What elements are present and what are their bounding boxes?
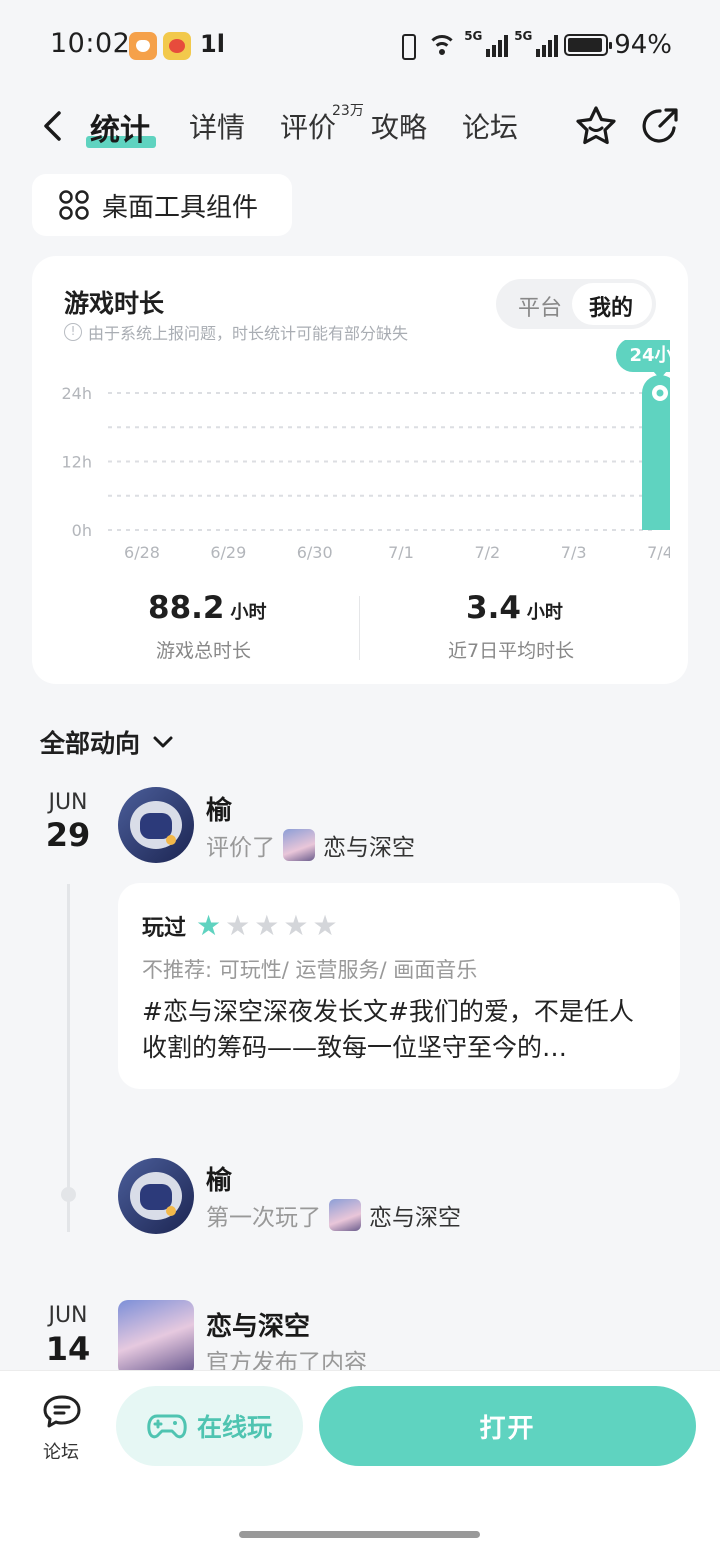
chart-ytick-label: 24h <box>62 384 93 403</box>
avg-playtime-value: 3.4 <box>466 590 521 626</box>
feed-game-name[interactable]: 恋与深空 <box>369 1198 461 1232</box>
total-playtime-value: 88.2 <box>148 590 225 626</box>
stats-divider <box>359 596 360 660</box>
avg-playtime-unit: 小时 <box>526 602 563 623</box>
chevron-down-icon <box>153 736 173 748</box>
forum-chat-icon[interactable] <box>42 1394 82 1430</box>
review-text[interactable]: #恋与深空深夜发长文#我们的爱，不是任人收割的筹码——致每一位坚守至今的… <box>142 994 657 1066</box>
signal-5g-icon-1: 5G <box>464 29 509 57</box>
info-icon: ! <box>64 323 82 341</box>
home-indicator[interactable] <box>239 1531 480 1538</box>
forum-label[interactable]: 论坛 <box>43 1438 79 1464</box>
tab-forum[interactable]: 论坛 <box>462 106 518 146</box>
date-day: 29 <box>45 816 91 854</box>
chart-xtick-label: 7/1 <box>388 543 414 562</box>
tab-details[interactable]: 详情 <box>189 106 245 146</box>
feed-filter-dropdown[interactable]: 全部动向 <box>40 724 176 760</box>
feed-username[interactable]: 榆 <box>206 790 232 827</box>
reviews-count-badge: 23万 <box>332 103 364 119</box>
gamepad-icon <box>147 1414 187 1439</box>
play-online-button[interactable]: 在线玩 <box>116 1386 303 1466</box>
chart-xtick-label: 7/3 <box>561 543 587 562</box>
star-filled-icon: ★ <box>196 909 222 942</box>
chart-annotation-label: 24小时 <box>629 345 670 366</box>
timeline-line <box>67 884 70 1232</box>
widget-grid-icon <box>59 190 89 220</box>
chart-xtick-label: 6/29 <box>210 543 246 562</box>
chart-xtick-label: 6/30 <box>297 543 333 562</box>
game-thumbnail[interactable] <box>283 829 315 861</box>
star-empty-icon: ★ <box>254 909 280 942</box>
toggle-mine[interactable]: 我的 <box>589 290 633 322</box>
playtime-chart: 0h 12h 24h 6/28 6/29 6/30 7/1 7/2 7/3 7/4 24小时 <box>62 340 670 562</box>
chart-xtick-label: 7/4 <box>647 543 670 562</box>
avatar[interactable] <box>118 787 194 863</box>
feed-filter-label: 全部动向 <box>40 729 141 758</box>
star-empty-icon: ★ <box>225 909 251 942</box>
feed-action: 第一次玩了 恋与深空 <box>206 1198 461 1232</box>
signal-5g-icon-2: 5G <box>514 29 559 57</box>
tab-reviews[interactable]: 评价 <box>280 106 336 146</box>
battery-percent: 94% <box>614 30 672 60</box>
review-header: 玩过 ★ ★ ★ ★ ★ <box>142 910 338 942</box>
vibrate-icon <box>394 34 420 60</box>
feed-username[interactable]: 榆 <box>206 1160 232 1197</box>
date-month: JUN <box>48 790 88 815</box>
desktop-widget-button[interactable]: 桌面工具组件 <box>32 174 292 236</box>
star-empty-icon: ★ <box>283 909 309 942</box>
game-thumbnail[interactable] <box>329 1199 361 1231</box>
total-playtime-label: 游戏总时长 <box>156 640 252 662</box>
timeline-dot <box>61 1187 76 1202</box>
feed-action-text: 第一次玩了 <box>206 1205 321 1231</box>
feed-game-name[interactable]: 恋与深空 <box>323 828 415 862</box>
toggle-platform[interactable]: 平台 <box>518 290 562 322</box>
date-month: JUN <box>48 1303 88 1328</box>
feed-action-text: 评价了 <box>206 835 275 861</box>
review-tags: 不推荐: 可玩性/ 运营服务/ 画面音乐 <box>142 958 478 982</box>
health-app-icon <box>129 32 157 60</box>
rating-stars: ★ ★ ★ ★ ★ <box>196 912 338 940</box>
chart-ytick-label: 12h <box>62 453 93 472</box>
date-day: 14 <box>45 1330 91 1368</box>
game-avatar[interactable] <box>118 1300 194 1376</box>
star-empty-icon: ★ <box>312 909 338 942</box>
status-indicators: 5G 5G 94% <box>394 29 672 60</box>
data-transfer-icon: 1l <box>200 30 225 58</box>
avg-playtime-label: 近7日平均时长 <box>448 640 575 662</box>
review-label: 玩过 <box>142 916 187 941</box>
wifi-icon <box>426 33 458 57</box>
chart-bar-marker-dot <box>656 389 664 397</box>
chart-xtick-label: 7/2 <box>474 543 500 562</box>
play-online-label: 在线玩 <box>196 1413 272 1442</box>
open-game-button[interactable]: 打开 <box>319 1386 696 1466</box>
total-playtime-unit: 小时 <box>230 602 267 623</box>
status-time: 10:02 <box>50 28 131 59</box>
chart-xtick-label: 6/28 <box>124 543 160 562</box>
tab-stats[interactable]: 统计 <box>90 105 150 149</box>
avatar[interactable] <box>118 1158 194 1234</box>
feed-action: 评价了 恋与深空 <box>206 828 415 862</box>
chart-ytick-label: 0h <box>72 521 92 540</box>
favorite-star-icon[interactable] <box>574 104 618 148</box>
battery-icon <box>564 34 613 56</box>
avg-playtime: 3.4 小时 <box>466 590 563 626</box>
total-playtime: 88.2 小时 <box>148 590 267 626</box>
feed-username[interactable]: 恋与深空 <box>206 1306 310 1343</box>
back-arrow-icon[interactable] <box>36 108 72 144</box>
playtime-title: 游戏时长 <box>64 289 165 318</box>
share-icon[interactable] <box>638 104 682 148</box>
widget-label: 桌面工具组件 <box>102 192 259 223</box>
tab-guides[interactable]: 攻略 <box>371 106 427 146</box>
weibo-app-icon <box>163 32 191 60</box>
